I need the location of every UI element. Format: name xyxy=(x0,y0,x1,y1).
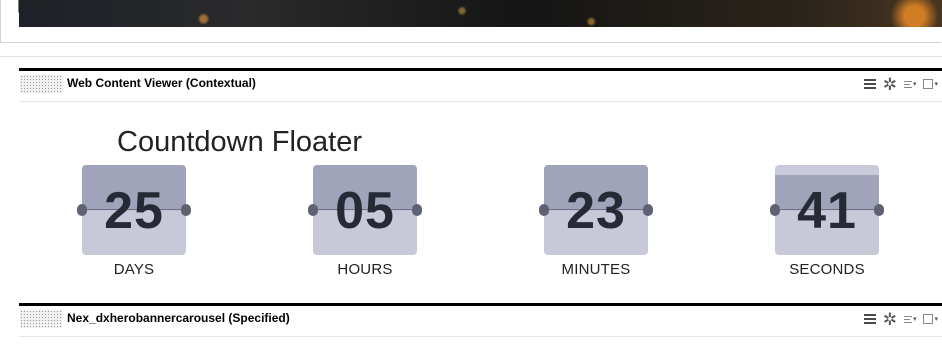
hours-label: HOURS xyxy=(337,261,393,278)
countdown-hours: 05 HOURS xyxy=(308,165,422,278)
countdown-days: 25 DAYS xyxy=(77,165,191,278)
hamburger-menu-icon[interactable] xyxy=(863,314,876,324)
countdown-minutes: 23 MINUTES xyxy=(539,165,653,278)
hamburger-menu-icon[interactable] xyxy=(863,79,876,89)
window-state-icon[interactable]: ▾ xyxy=(923,314,938,324)
flip-card-seconds: 41 xyxy=(770,165,884,255)
window-state-icon[interactable]: ▾ xyxy=(923,79,938,89)
portlet-controls: ✲ ▾ ▾ xyxy=(863,74,938,94)
list-layout-icon[interactable]: ▾ xyxy=(903,80,917,88)
flip-card-minutes: 23 xyxy=(539,165,653,255)
portlet-title: Nex_dxherobannercarousel (Specified) xyxy=(67,311,290,325)
countdown-heading: Countdown Floater xyxy=(117,126,363,158)
minutes-label: MINUTES xyxy=(561,261,631,278)
chevron-down-icon: ▾ xyxy=(934,80,938,88)
portlet-title-bar: Web Content Viewer (Contextual) ✲ ▾ ▾ xyxy=(19,71,942,102)
minutes-value: 23 xyxy=(566,182,626,240)
portlet-controls: ✲ ▾ ▾ xyxy=(863,309,938,329)
chevron-down-icon: ▾ xyxy=(912,315,917,323)
seconds-value: 41 xyxy=(797,182,857,240)
list-layout-icon[interactable]: ▾ xyxy=(903,315,917,323)
countdown-portlet: Web Content Viewer (Contextual) ✲ ▾ ▾ Co… xyxy=(19,68,942,295)
days-label: DAYS xyxy=(113,261,155,278)
chevron-down-icon: ▾ xyxy=(934,315,938,323)
banner-fragment-text: p ig xyxy=(17,0,51,13)
section-divider xyxy=(0,56,942,57)
flip-card-hours: 05 xyxy=(308,165,422,255)
flip-card-days: 25 xyxy=(77,165,191,255)
carousel-portlet: Nex_dxherobannercarousel (Specified) ✲ ▾… xyxy=(19,303,942,348)
drag-handle-icon[interactable] xyxy=(20,310,62,328)
portlet-title-bar: Nex_dxherobannercarousel (Specified) ✲ ▾… xyxy=(19,306,942,337)
portlet-title: Web Content Viewer (Contextual) xyxy=(67,76,256,90)
chevron-down-icon: ▾ xyxy=(912,80,917,88)
gear-icon[interactable]: ✲ xyxy=(883,311,897,328)
hours-value: 05 xyxy=(335,182,395,240)
drag-handle-icon[interactable] xyxy=(20,75,62,93)
hero-banner-image: p ig xyxy=(17,0,942,27)
countdown-seconds: 41 SECONDS xyxy=(770,165,884,278)
days-value: 25 xyxy=(104,182,164,240)
seconds-label: SECONDS xyxy=(789,261,865,278)
gear-icon[interactable]: ✲ xyxy=(883,76,897,93)
